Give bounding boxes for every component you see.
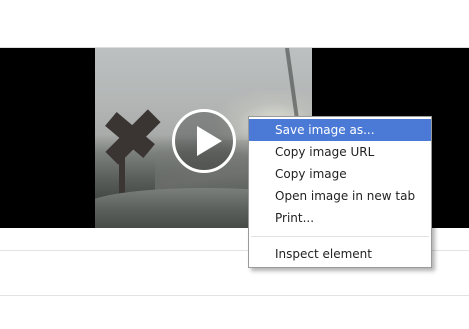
menu-item-open-image-in-new-tab[interactable]: Open image in new tab	[249, 185, 431, 207]
menu-item-print[interactable]: Print...	[249, 207, 431, 229]
browser-page: Save image as... Copy image URL Copy ima…	[0, 0, 469, 329]
menu-item-inspect-element[interactable]: Inspect element	[249, 243, 431, 265]
divider	[0, 295, 469, 296]
play-icon	[197, 126, 222, 156]
menu-item-save-image-as[interactable]: Save image as...	[249, 119, 431, 141]
menu-item-copy-image-url[interactable]: Copy image URL	[249, 141, 431, 163]
play-button[interactable]	[172, 109, 236, 173]
menu-item-copy-image[interactable]: Copy image	[249, 163, 431, 185]
context-menu: Save image as... Copy image URL Copy ima…	[248, 116, 432, 268]
menu-separator	[251, 236, 429, 237]
